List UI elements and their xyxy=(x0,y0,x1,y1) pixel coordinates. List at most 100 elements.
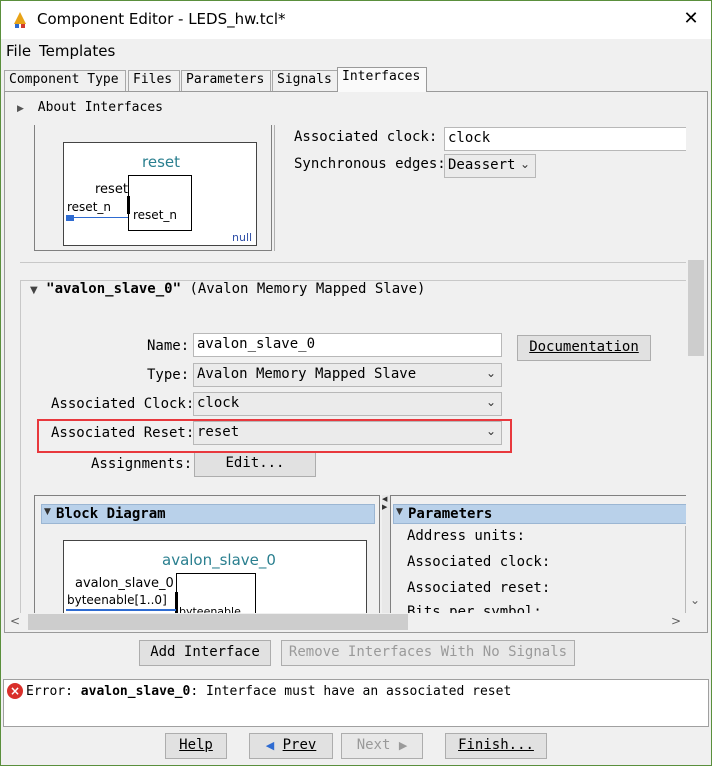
block-diagram-header[interactable]: ▼ Block Diagram xyxy=(41,504,375,524)
reset-inner-port: reset_n xyxy=(133,208,177,222)
collapse-arrow-icon: ▼ xyxy=(30,285,38,296)
reset-wire xyxy=(74,217,128,218)
avalon-diagram-name: avalon_slave_0 xyxy=(162,551,276,569)
pane-splitter[interactable]: ◀ ▶ xyxy=(382,495,390,613)
associated-clock-label: Associated Clock: xyxy=(51,396,195,412)
avalon-section-header[interactable]: ▼ "avalon_slave_0" (Avalon Memory Mapped… xyxy=(26,281,430,297)
reset-diagram-canvas: reset reset reset_n reset_n null xyxy=(63,142,257,246)
splitter-left-icon: ◀ xyxy=(382,495,388,503)
reset-outer-port: reset_n xyxy=(67,200,111,214)
add-interface-button[interactable]: Add Interface xyxy=(139,640,271,666)
assignments-label: Assignments: xyxy=(91,456,193,472)
collapse-arrow-icon: ▼ xyxy=(396,507,403,517)
associated-clock-select[interactable]: clock ⌄ xyxy=(193,392,502,416)
param-associated-reset: Associated reset: xyxy=(407,580,551,596)
tab-interfaces[interactable]: Interfaces xyxy=(337,67,427,92)
section-separator xyxy=(20,262,686,263)
avalon-port-label: avalon_slave_0 xyxy=(75,576,174,591)
avalon-diagram-canvas: avalon_slave_0 byteenable avalon_slave_0… xyxy=(63,540,367,613)
scroll-right-icon[interactable]: > xyxy=(671,614,681,628)
scroll-down-icon[interactable]: ⌄ xyxy=(690,593,700,607)
prev-button[interactable]: ◀ Prev xyxy=(249,733,333,759)
chevron-down-icon: ⌄ xyxy=(485,395,496,409)
reset-diagram-title: reset xyxy=(142,153,180,171)
horizontal-scrollbar[interactable]: < > xyxy=(6,613,686,631)
menu-file[interactable]: File xyxy=(6,42,31,60)
documentation-button[interactable]: Documentation xyxy=(517,335,651,361)
menu-templates[interactable]: Templates xyxy=(39,42,115,60)
help-button[interactable]: Help xyxy=(165,733,227,759)
param-address-units: Address units: xyxy=(407,528,526,544)
name-label: Name: xyxy=(147,338,190,354)
finish-button-label: Finish... xyxy=(458,737,534,753)
avalon-inner-port: byteenable xyxy=(179,605,241,613)
parameters-header[interactable]: ▼ Parameters xyxy=(393,504,686,524)
name-field[interactable]: avalon_slave_0 xyxy=(193,333,502,357)
sync-edges-select[interactable]: Deassert ⌄ xyxy=(444,154,536,178)
vertical-scrollbar[interactable]: ⌄ xyxy=(687,125,705,613)
reset-associated-clock-label: Associated clock: xyxy=(294,129,438,145)
reset-port-marker xyxy=(66,215,74,221)
parameters-pane: ▼ Parameters Address units: Associated c… xyxy=(390,495,686,613)
reset-associated-clock-field[interactable]: clock xyxy=(444,127,686,151)
about-interfaces-toggle[interactable]: ▶ About Interfaces xyxy=(17,100,163,115)
help-button-label: Help xyxy=(179,737,213,753)
vertical-scroll-thumb[interactable] xyxy=(688,260,704,356)
associated-clock-value: clock xyxy=(197,395,240,411)
tab-files[interactable]: Files xyxy=(128,70,180,91)
error-subject: avalon_slave_0 xyxy=(80,684,191,699)
edit-assignments-button[interactable]: Edit... xyxy=(194,451,316,477)
param-bits-per-symbol: Bits per symbol: xyxy=(407,604,542,613)
block-diagram-title: Block Diagram xyxy=(56,506,166,522)
avalon-wire xyxy=(66,609,176,611)
error-message-box: × Error: avalon_slave_0: Interface must … xyxy=(3,679,709,727)
expand-arrow-icon: ▶ xyxy=(17,104,24,114)
menu-bar: File Templates xyxy=(1,41,711,63)
component-editor-window: Component Editor - LEDS_hw.tcl* ✕ File T… xyxy=(0,0,712,766)
sync-edges-label: Synchronous edges: xyxy=(294,156,446,172)
error-text: : Interface must have an associated rese… xyxy=(190,684,512,699)
avalon-outer-port: byteenable[1..0] xyxy=(67,593,167,607)
window-title: Component Editor - LEDS_hw.tcl* xyxy=(37,10,286,28)
block-diagram-pane: ▼ Block Diagram avalon_slave_0 byteenabl… xyxy=(34,495,380,613)
type-select[interactable]: Avalon Memory Mapped Slave ⌄ xyxy=(193,363,502,387)
type-label: Type: xyxy=(147,367,190,383)
horizontal-scroll-thumb[interactable] xyxy=(28,614,408,630)
type-value: Avalon Memory Mapped Slave xyxy=(197,366,417,382)
reset-port-label: reset xyxy=(95,182,128,197)
scroll-left-icon[interactable]: < xyxy=(10,614,20,628)
remove-interfaces-button[interactable]: Remove Interfaces With No Signals xyxy=(281,640,575,666)
error-icon: × xyxy=(7,683,23,699)
reset-diagram-frame: reset reset reset_n reset_n null xyxy=(34,125,272,251)
avalon-header-type: (Avalon Memory Mapped Slave) xyxy=(189,281,426,297)
interfaces-scroll-area: reset reset reset_n reset_n null Associa… xyxy=(6,125,686,613)
avalon-header-name: "avalon_slave_0" xyxy=(46,281,181,297)
tab-component-type[interactable]: Component Type xyxy=(4,70,126,91)
param-field-edges xyxy=(685,526,686,613)
section-border-left xyxy=(20,280,21,613)
splitter-right-icon: ▶ xyxy=(382,503,388,511)
divider xyxy=(274,125,275,251)
parameters-title: Parameters xyxy=(408,506,493,522)
next-button[interactable]: Next ▶ xyxy=(341,733,423,759)
right-arrow-icon: ▶ xyxy=(398,739,408,752)
sync-edges-value: Deassert xyxy=(448,157,516,173)
reset-port-bar xyxy=(127,196,130,214)
tab-strip: Component Type Files Parameters Signals … xyxy=(4,67,708,92)
chevron-down-icon: ⌄ xyxy=(485,366,496,380)
associated-reset-highlight xyxy=(37,419,512,453)
close-icon[interactable]: ✕ xyxy=(679,7,703,31)
chevron-down-icon: ⌄ xyxy=(519,157,530,171)
param-associated-clock: Associated clock: xyxy=(407,554,551,570)
error-prefix: Error: xyxy=(26,684,81,699)
app-icon xyxy=(14,12,26,28)
left-arrow-icon: ◀ xyxy=(265,739,275,752)
prev-button-label: Prev xyxy=(282,737,317,753)
error-message: Error: avalon_slave_0: Interface must ha… xyxy=(26,684,511,699)
finish-button[interactable]: Finish... xyxy=(445,733,547,759)
avalon-component-box: byteenable xyxy=(175,573,256,613)
tab-signals[interactable]: Signals xyxy=(272,70,338,91)
tab-parameters[interactable]: Parameters xyxy=(181,70,271,91)
reset-component-box: reset reset_n xyxy=(95,175,192,231)
about-interfaces-label: About Interfaces xyxy=(37,100,163,115)
